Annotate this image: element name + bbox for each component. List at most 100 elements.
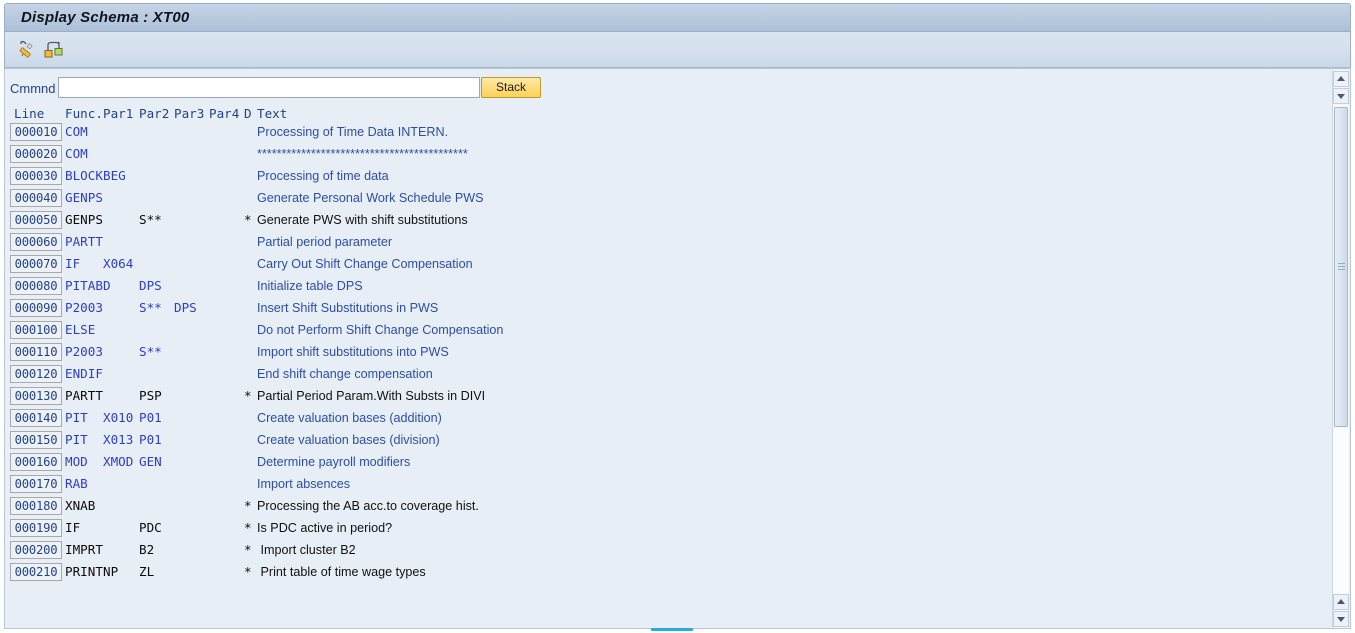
cell-par1[interactable]: X013: [103, 432, 133, 447]
line-number-field[interactable]: 000100: [10, 321, 62, 339]
line-number-field[interactable]: 000050: [10, 211, 62, 229]
schema-structure-icon[interactable]: [42, 38, 66, 61]
cell-text[interactable]: Partial period parameter: [257, 235, 392, 249]
cell-func[interactable]: PRINT: [65, 564, 103, 579]
cell-text[interactable]: Insert Shift Substitutions in PWS: [257, 301, 438, 315]
cell-par2[interactable]: B2: [139, 542, 154, 557]
cell-d[interactable]: *: [244, 520, 252, 535]
table-row[interactable]: 000080 PITAB D DPS Initialize table DPS: [5, 277, 1335, 299]
cell-func[interactable]: PITAB: [65, 278, 103, 293]
cell-par1[interactable]: XMOD: [103, 454, 133, 469]
cell-text[interactable]: Generate Personal Work Schedule PWS: [257, 191, 484, 205]
line-number-field[interactable]: 000080: [10, 277, 62, 295]
table-row[interactable]: 000130 PARTT PSP * Partial Period Param.With…: [5, 387, 1335, 409]
line-number-field[interactable]: 000030: [10, 167, 62, 185]
cell-func[interactable]: XNAB: [65, 498, 95, 513]
table-row[interactable]: 000150 PIT X013 P01 Create valuation bases (…: [5, 431, 1335, 453]
cell-text[interactable]: Carry Out Shift Change Compensation: [257, 257, 473, 271]
cell-d[interactable]: *: [244, 542, 252, 557]
cell-text[interactable]: Create valuation bases (addition): [257, 411, 442, 425]
cell-text[interactable]: Print table of time wage types: [257, 565, 425, 579]
table-row[interactable]: 000120 ENDIF End shift change compensation: [5, 365, 1335, 387]
line-number-field[interactable]: 000150: [10, 431, 62, 449]
cell-text[interactable]: Processing of time data: [257, 169, 389, 183]
cell-func[interactable]: PIT: [65, 432, 88, 447]
command-input[interactable]: [58, 77, 480, 98]
line-number-field[interactable]: 000070: [10, 255, 62, 273]
cell-d[interactable]: *: [244, 498, 252, 513]
cell-par1[interactable]: NP: [103, 564, 118, 579]
line-number-field[interactable]: 000210: [10, 563, 62, 581]
cell-func[interactable]: PARTT: [65, 388, 103, 403]
cell-func[interactable]: ELSE: [65, 322, 95, 337]
line-number-field[interactable]: 000170: [10, 475, 62, 493]
cell-func[interactable]: MOD: [65, 454, 88, 469]
table-row[interactable]: 000170 RAB Import absences: [5, 475, 1335, 497]
cell-par2[interactable]: S**: [139, 344, 162, 359]
scrollbar-track-lower[interactable]: [1333, 428, 1349, 594]
cell-func[interactable]: IMPRT: [65, 542, 103, 557]
cell-text[interactable]: Is PDC active in period?: [257, 521, 392, 535]
cell-par2[interactable]: DPS: [139, 278, 162, 293]
cell-text[interactable]: Import shift substitutions into PWS: [257, 345, 449, 359]
line-number-field[interactable]: 000140: [10, 409, 62, 427]
cell-par3[interactable]: DPS: [174, 300, 197, 315]
cell-par2[interactable]: P01: [139, 432, 162, 447]
line-number-field[interactable]: 000060: [10, 233, 62, 251]
table-row[interactable]: 000050 GENPS S** * Generate PWS with shift s…: [5, 211, 1335, 233]
table-row[interactable]: 000140 PIT X010 P01 Create valuation bases (…: [5, 409, 1335, 431]
cell-par2[interactable]: S**: [139, 212, 162, 227]
cell-text[interactable]: Generate PWS with shift substitutions: [257, 213, 468, 227]
table-row[interactable]: 000090 P2003 S** DPS Insert Shift Substituti…: [5, 299, 1335, 321]
table-row[interactable]: 000060 PARTT Partial period parameter: [5, 233, 1335, 255]
cell-func[interactable]: GENPS: [65, 190, 103, 205]
cell-func[interactable]: BLOCK: [65, 168, 103, 183]
table-row[interactable]: 000200 IMPRT B2 * Import cluster B2: [5, 541, 1335, 563]
cell-par2[interactable]: PSP: [139, 388, 162, 403]
cell-text[interactable]: Import cluster B2: [257, 543, 355, 557]
line-number-field[interactable]: 000010: [10, 123, 62, 141]
cell-text[interactable]: End shift change compensation: [257, 367, 433, 381]
scroll-up-bottom-icon[interactable]: [1333, 594, 1349, 610]
cell-par1[interactable]: D: [103, 278, 111, 293]
cell-func[interactable]: COM: [65, 124, 88, 139]
cell-par2[interactable]: PDC: [139, 520, 162, 535]
line-number-field[interactable]: 000090: [10, 299, 62, 317]
edit-schema-icon[interactable]: [16, 38, 40, 61]
cell-text[interactable]: Import absences: [257, 477, 350, 491]
cell-par1[interactable]: X010: [103, 410, 133, 425]
line-number-field[interactable]: 000020: [10, 145, 62, 163]
cell-text[interactable]: Do not Perform Shift Change Compensation: [257, 323, 503, 337]
line-number-field[interactable]: 000190: [10, 519, 62, 537]
table-row[interactable]: 000040 GENPS Generate Personal Work Schedu…: [5, 189, 1335, 211]
cell-func[interactable]: P2003: [65, 300, 103, 315]
cell-func[interactable]: P2003: [65, 344, 103, 359]
table-row[interactable]: 000020 COM *******************************…: [5, 145, 1335, 167]
stack-button[interactable]: Stack: [481, 77, 541, 98]
cell-func[interactable]: IF: [65, 256, 80, 271]
line-number-field[interactable]: 000040: [10, 189, 62, 207]
table-row[interactable]: 000110 P2003 S** Import shift substitutions…: [5, 343, 1335, 365]
cell-text[interactable]: ****************************************…: [257, 147, 468, 161]
table-row[interactable]: 000210 PRINT NP ZL * Print table of time wag…: [5, 563, 1335, 585]
line-number-field[interactable]: 000130: [10, 387, 62, 405]
scroll-down-icon[interactable]: [1333, 88, 1349, 104]
cell-func[interactable]: PIT: [65, 410, 88, 425]
table-row[interactable]: 000160 MOD XMOD GEN Determine payroll modifi…: [5, 453, 1335, 475]
cell-text[interactable]: Partial Period Param.With Substs in DIVI: [257, 389, 485, 403]
table-row[interactable]: 000010 COM Processing of Time Data INTERN.: [5, 123, 1335, 145]
cell-d[interactable]: *: [244, 564, 252, 579]
line-number-field[interactable]: 000200: [10, 541, 62, 559]
cell-par2[interactable]: ZL: [139, 564, 154, 579]
cell-func[interactable]: GENPS: [65, 212, 103, 227]
cell-text[interactable]: Determine payroll modifiers: [257, 455, 410, 469]
table-row[interactable]: 000190 IF PDC * Is PDC active in period?: [5, 519, 1335, 541]
table-row[interactable]: 000180 XNAB * Processing the AB acc.to cove…: [5, 497, 1335, 519]
table-row[interactable]: 000070 IF X064 Carry Out Shift Change Compe…: [5, 255, 1335, 277]
cell-text[interactable]: Processing the AB acc.to coverage hist.: [257, 499, 479, 513]
line-number-field[interactable]: 000110: [10, 343, 62, 361]
line-number-field[interactable]: 000180: [10, 497, 62, 515]
scroll-down-bottom-icon[interactable]: [1333, 611, 1349, 627]
line-number-field[interactable]: 000120: [10, 365, 62, 383]
cell-text[interactable]: Initialize table DPS: [257, 279, 363, 293]
